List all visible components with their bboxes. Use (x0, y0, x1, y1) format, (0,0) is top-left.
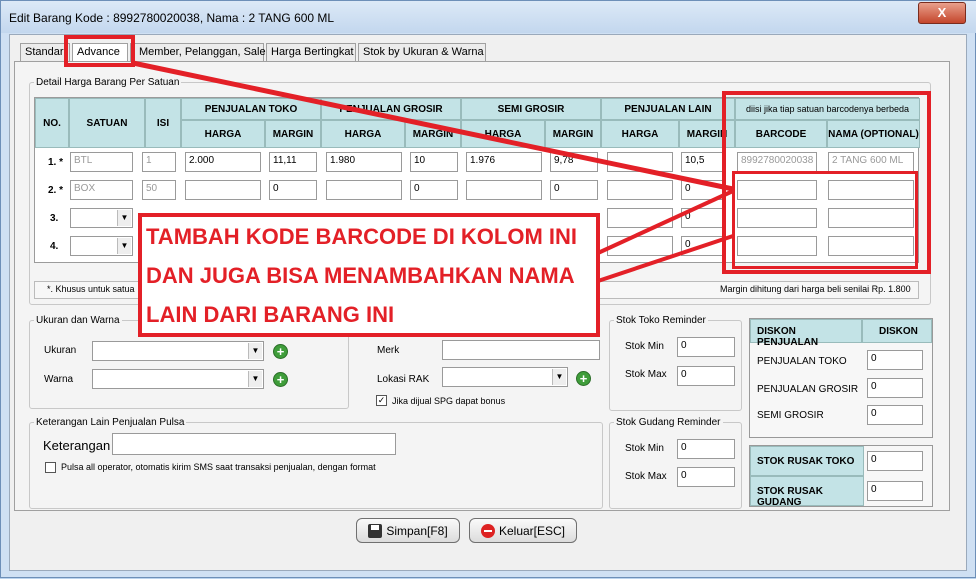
advance-tab-highlight (64, 35, 135, 67)
edit-barang-window: Edit Barang Kode : 8992780020038, Nama :… (0, 0, 976, 578)
annotation-callout: TAMBAH KODE BARCODE DI KOLOM INI DAN JUG… (138, 213, 600, 337)
barcode-input-highlight (732, 171, 918, 269)
annotation-line-1 (132, 60, 734, 192)
